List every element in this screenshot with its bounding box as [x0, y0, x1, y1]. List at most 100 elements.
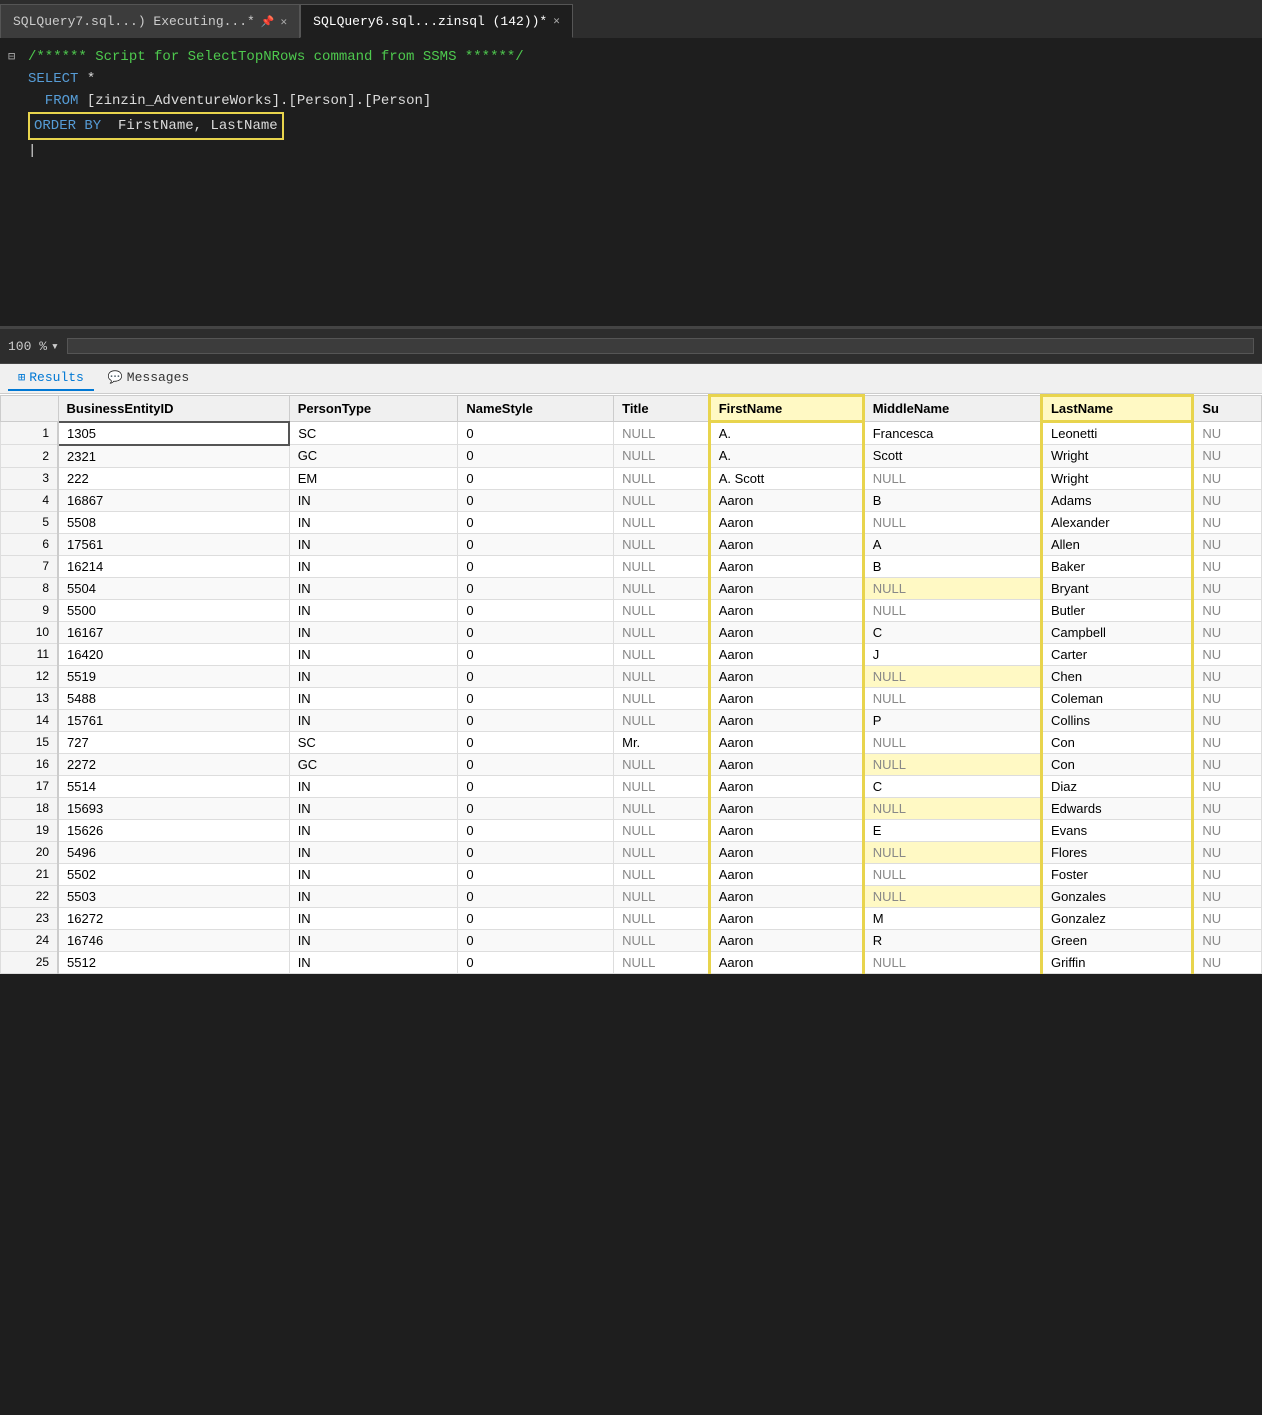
cell-namestyle: 0: [458, 422, 614, 445]
cell-middlename: NULL: [863, 467, 1041, 489]
cell-rownum: 13: [1, 687, 59, 709]
cell-suffix: NU: [1193, 445, 1262, 468]
cell-rownum: 25: [1, 951, 59, 973]
cell-namestyle: 0: [458, 511, 614, 533]
table-row: 135488IN0NULLAaronNULLColemanNU: [1, 687, 1262, 709]
cell-namestyle: 0: [458, 687, 614, 709]
cell-persontype: IN: [289, 907, 458, 929]
messages-icon: 💬: [108, 370, 123, 385]
cell-businessentityid: 16167: [58, 621, 289, 643]
cell-rownum: 19: [1, 819, 59, 841]
cell-title: NULL: [614, 467, 710, 489]
cell-middlename: C: [863, 775, 1041, 797]
cell-lastname: Gonzalez: [1041, 907, 1192, 929]
cell-suffix: NU: [1193, 489, 1262, 511]
cell-lastname: Con: [1041, 753, 1192, 775]
cell-persontype: IN: [289, 687, 458, 709]
code-line-5: |: [8, 140, 1262, 162]
zoom-dropdown-icon[interactable]: ▾: [51, 339, 59, 354]
col-header-title[interactable]: Title: [614, 396, 710, 422]
cell-middlename: NULL: [863, 841, 1041, 863]
cell-rownum: 11: [1, 643, 59, 665]
table-row: 125519IN0NULLAaronNULLChenNU: [1, 665, 1262, 687]
cell-suffix: NU: [1193, 533, 1262, 555]
cell-businessentityid: 16420: [58, 643, 289, 665]
results-area: ⊞ Results 💬 Messages BusinessEntityID Pe…: [0, 364, 1262, 974]
cell-suffix: NU: [1193, 951, 1262, 973]
code-comment-1: /****** Script for SelectTopNRows comman…: [28, 46, 524, 68]
cell-rownum: 5: [1, 511, 59, 533]
cell-persontype: IN: [289, 643, 458, 665]
cell-persontype: IN: [289, 555, 458, 577]
cell-businessentityid: 5503: [58, 885, 289, 907]
cell-rownum: 8: [1, 577, 59, 599]
tab-query6[interactable]: SQLQuery6.sql...zinsql (142))* ✕: [300, 4, 573, 38]
tab-query7[interactable]: SQLQuery7.sql...) Executing...* 📌 ✕: [0, 4, 300, 38]
cell-title: NULL: [614, 929, 710, 951]
cell-businessentityid: 5512: [58, 951, 289, 973]
cell-middlename: NULL: [863, 731, 1041, 753]
cell-middlename: NULL: [863, 885, 1041, 907]
results-tab-label: Results: [29, 370, 84, 385]
col-header-businessentityid[interactable]: BusinessEntityID: [58, 396, 289, 422]
cell-lastname: Diaz: [1041, 775, 1192, 797]
col-header-lastname[interactable]: LastName: [1041, 396, 1192, 422]
cell-firstname: Aaron: [709, 753, 863, 775]
cell-title: NULL: [614, 555, 710, 577]
table-row: 2316272IN0NULLAaronMGonzalezNU: [1, 907, 1262, 929]
cell-title: NULL: [614, 907, 710, 929]
cell-middlename: M: [863, 907, 1041, 929]
table-header-row: BusinessEntityID PersonType NameStyle Ti…: [1, 396, 1262, 422]
cell-namestyle: 0: [458, 731, 614, 753]
col-header-persontype[interactable]: PersonType: [289, 396, 458, 422]
cell-title: NULL: [614, 797, 710, 819]
cell-lastname: Flores: [1041, 841, 1192, 863]
cell-namestyle: 0: [458, 621, 614, 643]
code-line-2: SELECT *: [8, 68, 1262, 90]
cell-namestyle: 0: [458, 753, 614, 775]
cell-lastname: Evans: [1041, 819, 1192, 841]
cell-title: NULL: [614, 643, 710, 665]
horizontal-scrollbar[interactable]: [67, 338, 1254, 354]
tab-results[interactable]: ⊞ Results: [8, 366, 94, 391]
close-tab6-button[interactable]: ✕: [553, 14, 560, 28]
cell-title: NULL: [614, 533, 710, 555]
cell-middlename: C: [863, 621, 1041, 643]
cell-businessentityid: 727: [58, 731, 289, 753]
cell-suffix: NU: [1193, 841, 1262, 863]
cell-persontype: SC: [289, 731, 458, 753]
cell-suffix: NU: [1193, 467, 1262, 489]
cell-middlename: NULL: [863, 797, 1041, 819]
col-header-middlename[interactable]: MiddleName: [863, 396, 1041, 422]
cell-firstname: Aaron: [709, 907, 863, 929]
close-tab7-button[interactable]: ✕: [281, 15, 288, 29]
cell-rownum: 17: [1, 775, 59, 797]
pin-icon[interactable]: 📌: [261, 15, 275, 29]
cell-suffix: NU: [1193, 687, 1262, 709]
table-row: 162272GC0NULLAaronNULLConNU: [1, 753, 1262, 775]
tab-query6-label: SQLQuery6.sql...zinsql (142))*: [313, 14, 547, 29]
cell-rownum: 24: [1, 929, 59, 951]
cell-rownum: 4: [1, 489, 59, 511]
cell-rownum: 15: [1, 731, 59, 753]
cell-suffix: NU: [1193, 731, 1262, 753]
cell-suffix: NU: [1193, 753, 1262, 775]
code-line-1: ⊟ /****** Script for SelectTopNRows comm…: [8, 46, 1262, 68]
cell-persontype: GC: [289, 753, 458, 775]
cell-persontype: IN: [289, 577, 458, 599]
cell-lastname: Chen: [1041, 665, 1192, 687]
code-line-4: ORDER BY FirstName, LastName: [8, 112, 1262, 140]
cell-namestyle: 0: [458, 775, 614, 797]
col-header-namestyle[interactable]: NameStyle: [458, 396, 614, 422]
table-row: 15727SC0Mr.AaronNULLConNU: [1, 731, 1262, 753]
table-row: 205496IN0NULLAaronNULLFloresNU: [1, 841, 1262, 863]
cell-suffix: NU: [1193, 797, 1262, 819]
data-table-container[interactable]: BusinessEntityID PersonType NameStyle Ti…: [0, 394, 1262, 974]
col-header-firstname[interactable]: FirstName: [709, 396, 863, 422]
cell-rownum: 3: [1, 467, 59, 489]
col-header-suffix[interactable]: Su: [1193, 396, 1262, 422]
cell-persontype: IN: [289, 621, 458, 643]
cell-firstname: Aaron: [709, 709, 863, 731]
tab-messages[interactable]: 💬 Messages: [98, 366, 199, 391]
messages-tab-label: Messages: [127, 370, 189, 385]
